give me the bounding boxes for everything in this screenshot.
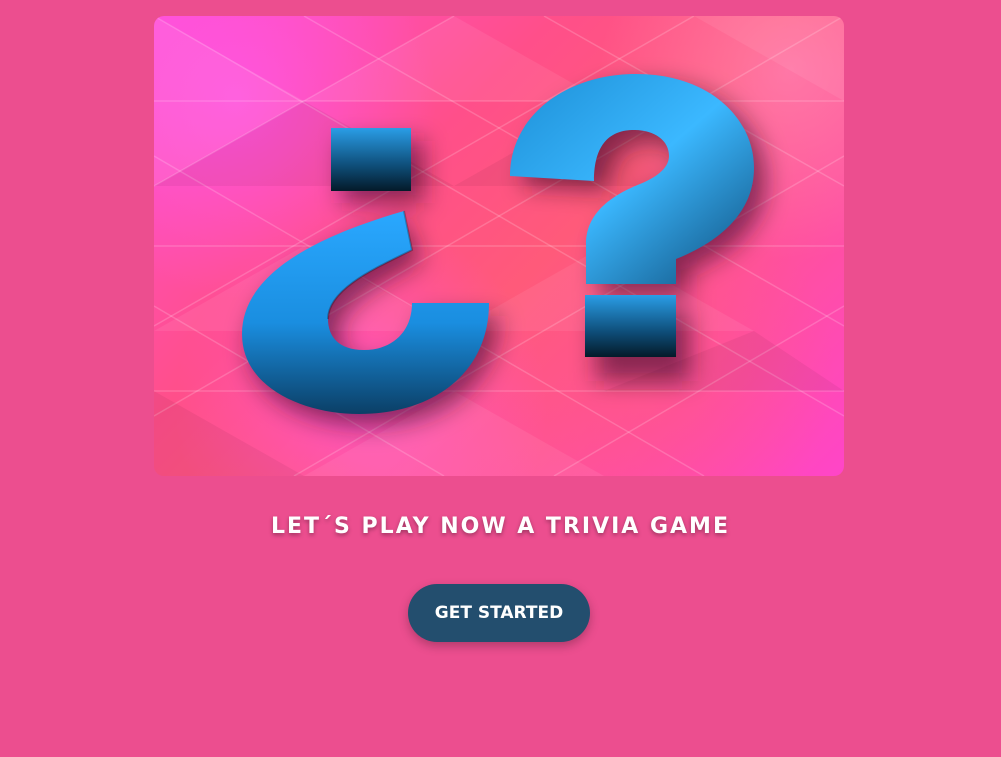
page-tagline: LET´S PLAY NOW A TRIVIA GAME (271, 514, 730, 539)
question-marks-icon (242, 74, 766, 426)
landing-page: LET´S PLAY NOW A TRIVIA GAME GET STARTED (0, 0, 1001, 757)
get-started-button[interactable]: GET STARTED (408, 584, 590, 642)
hero-image (154, 16, 844, 476)
